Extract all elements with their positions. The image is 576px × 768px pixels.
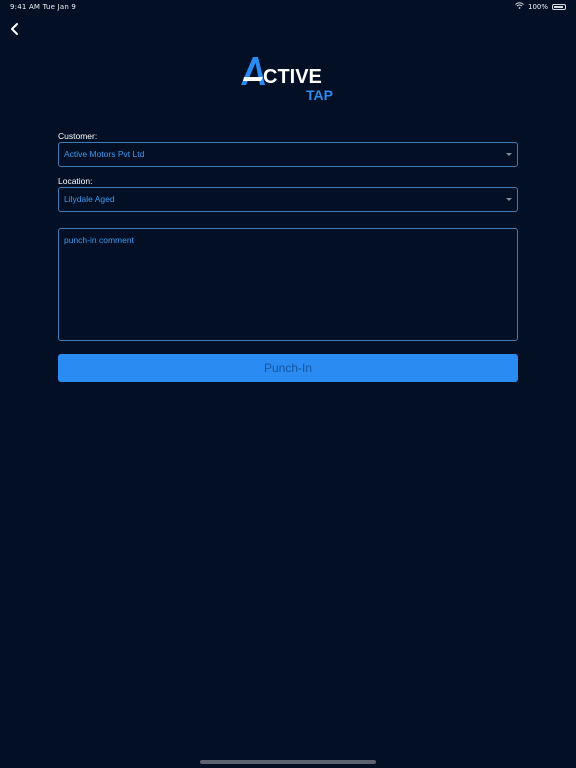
customer-value: Active Motors Pvt Ltd <box>64 149 145 159</box>
customer-select[interactable]: Active Motors Pvt Ltd <box>58 142 518 167</box>
status-bar: 9:41 AM Tue Jan 9 100% <box>0 0 576 14</box>
logo-text-bottom: TAP <box>306 87 333 103</box>
location-label: Location: <box>58 176 93 186</box>
chevron-left-icon <box>11 23 18 35</box>
wifi-icon <box>515 2 524 11</box>
home-indicator[interactable] <box>200 760 376 764</box>
caret-down-icon <box>506 153 512 156</box>
app-logo: CTIVE TAP <box>241 55 337 103</box>
location-select[interactable]: Lilydale Aged <box>58 187 518 212</box>
location-value: Lilydale Aged <box>64 194 115 204</box>
customer-label: Customer: <box>58 131 98 141</box>
back-button[interactable] <box>6 20 24 38</box>
punch-in-button[interactable]: Punch-In <box>58 354 518 382</box>
battery-icon <box>552 3 566 10</box>
logo-text-top: CTIVE <box>263 66 322 88</box>
comment-placeholder: punch-in comment <box>64 235 134 245</box>
comment-input[interactable]: punch-in comment <box>58 228 518 341</box>
status-indicators: 100% <box>515 2 566 11</box>
battery-percent: 100% <box>527 2 548 11</box>
status-time: 9:41 AM Tue Jan 9 <box>10 3 77 11</box>
caret-down-icon <box>506 198 512 201</box>
